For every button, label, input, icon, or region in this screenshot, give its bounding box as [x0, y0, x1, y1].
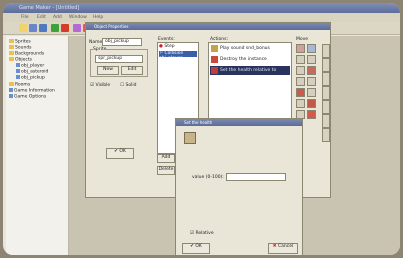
menu-add[interactable]: Add [53, 15, 62, 20]
tree-sprites[interactable]: Sprites [9, 39, 31, 45]
action-item-selected[interactable]: Set the health relative to [210, 66, 290, 75]
object-icon [16, 63, 20, 67]
event-item-selected[interactable]: ⚐ Collision obj_player [159, 51, 197, 61]
value-label: value (0-100): [192, 175, 224, 180]
move-towards-icon[interactable] [296, 55, 305, 64]
sprite-group: Sprite spr_pickup New Edit [90, 47, 148, 77]
move-label: Move [296, 37, 309, 42]
health-icon [211, 67, 218, 74]
visible-checkbox[interactable]: ☑ Visible [90, 83, 110, 88]
value-input[interactable] [226, 173, 286, 181]
menu-file[interactable]: File [21, 15, 29, 20]
path-icon[interactable] [307, 99, 316, 108]
object-icon [16, 69, 20, 73]
sound-icon [211, 45, 218, 52]
tree-obj-asteroid[interactable]: obj_asteroid [16, 69, 48, 75]
tree-sounds[interactable]: Sounds [9, 45, 32, 51]
tree-rooms[interactable]: Rooms [9, 82, 30, 88]
menu-edit[interactable]: Edit [37, 15, 46, 20]
sprite-label: Sprite [93, 47, 107, 52]
run-icon[interactable] [51, 24, 59, 32]
tree-backgrounds[interactable]: Backgrounds [9, 51, 44, 57]
object-ok-button[interactable]: ✔ OK [106, 148, 134, 159]
set-health-dialog: Set the health value (0-100): ☑ Relative… [175, 118, 303, 255]
app-title: Game Maker - [Untitled] [19, 5, 80, 11]
open-icon[interactable] [29, 24, 37, 32]
tab-draw[interactable] [322, 128, 330, 142]
menu-window[interactable]: Window [69, 15, 87, 20]
options-icon [9, 94, 13, 98]
tab-extra[interactable] [322, 114, 330, 128]
delete-event-button[interactable]: Delete [157, 166, 175, 175]
jump-start-icon[interactable] [307, 66, 316, 75]
debug-icon[interactable] [61, 24, 69, 32]
grid-snap-icon[interactable] [296, 99, 305, 108]
app-window: Game Maker - [Untitled] File Edit Add Wi… [3, 3, 400, 255]
speed-horizontal-icon[interactable] [307, 55, 316, 64]
resource-tree: Sprites Sounds Backgrounds Objects obj_p… [6, 36, 69, 255]
menu-help[interactable]: Help [93, 15, 103, 20]
name-input[interactable]: obj_pickup [102, 38, 142, 46]
tab-main2[interactable] [322, 72, 330, 86]
tab-move[interactable] [322, 44, 330, 58]
solid-checkbox[interactable]: ☐ Solid [120, 83, 136, 88]
move-free-icon[interactable] [307, 44, 316, 53]
tree-game-information[interactable]: Game Information [9, 88, 55, 94]
workspace: Object Properties Name: obj_pickup Sprit… [69, 22, 400, 255]
dialog-titlebar: Set the health [176, 119, 302, 126]
folder-icon [9, 39, 14, 43]
move-fixed-icon[interactable] [296, 44, 305, 53]
folder-icon [9, 82, 14, 86]
tree-obj-pickup[interactable]: obj_pickup [16, 75, 45, 81]
tab-score[interactable] [322, 100, 330, 114]
tree-game-options[interactable]: Game Options [9, 94, 46, 100]
dialog-ok-button[interactable]: ✔ OK [182, 243, 210, 254]
gravity-icon[interactable] [307, 77, 316, 86]
folder-icon [9, 45, 14, 49]
relative-checkbox[interactable]: ☑ Relative [190, 231, 214, 236]
new-icon[interactable] [19, 24, 27, 32]
jump-position-icon[interactable] [296, 66, 305, 75]
sprite-select[interactable]: spr_pickup [95, 55, 143, 63]
info-icon [9, 88, 13, 92]
destroy-icon [211, 56, 218, 63]
folder-icon [9, 51, 14, 55]
reverse-icon[interactable] [296, 77, 305, 86]
folder-icon [9, 57, 14, 61]
dialog-cancel-button[interactable]: ✖ Cancel [268, 243, 298, 254]
health-icon [184, 132, 196, 144]
save-icon[interactable] [39, 24, 47, 32]
object-icon [16, 75, 20, 79]
action-item[interactable]: Destroy the instance [210, 55, 290, 64]
object-window-titlebar: Object Properties [86, 23, 330, 30]
tab-control[interactable] [322, 86, 330, 100]
title-bar: Game Maker - [Untitled] [3, 3, 400, 13]
bounce-icon[interactable] [296, 88, 305, 97]
new-sprite-button[interactable]: New [97, 66, 119, 75]
edit-sprite-button[interactable]: Edit [121, 66, 143, 75]
menu-bar: File Edit Add Window Help [3, 13, 400, 22]
tab-main1[interactable] [322, 58, 330, 72]
potential-step-icon[interactable] [307, 110, 316, 119]
add-event-button[interactable]: Add [157, 154, 175, 163]
action-item[interactable]: Play sound snd_bonus [210, 44, 290, 53]
event-item[interactable]: ● Step [159, 44, 175, 50]
tree-obj-player[interactable]: obj_player [16, 63, 44, 69]
wrap-icon[interactable] [307, 88, 316, 97]
add-sprite-icon[interactable] [73, 24, 81, 32]
tree-objects[interactable]: Objects [9, 57, 32, 63]
